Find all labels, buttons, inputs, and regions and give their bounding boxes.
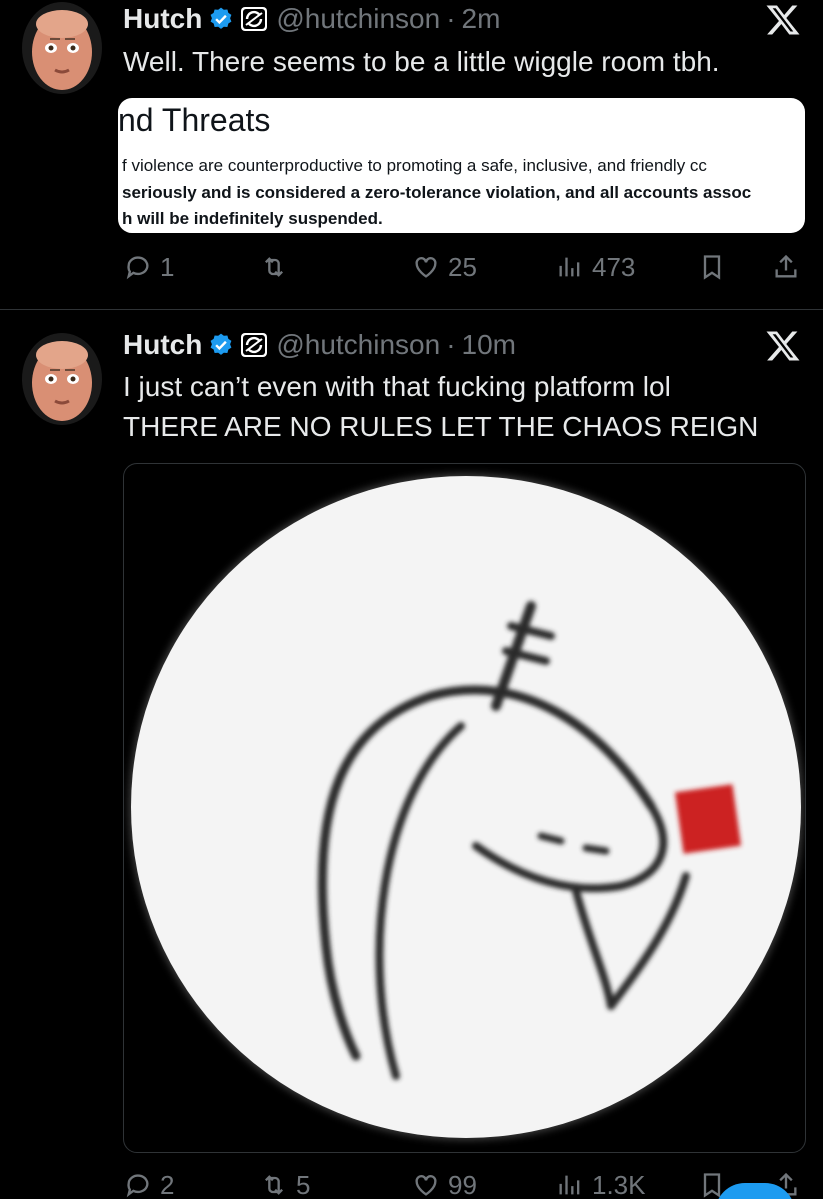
reply-count: 1 <box>160 251 175 282</box>
reply-icon <box>126 256 149 280</box>
quoted-image[interactable]: nd Threats f violence are counterproduct… <box>118 98 805 233</box>
tweet-header: Hutch @hutchinson · 10m <box>123 326 516 364</box>
share-button[interactable] <box>772 249 800 285</box>
separator: · <box>446 3 456 34</box>
tweet-text-line: I just can’t even with that fucking plat… <box>123 371 671 402</box>
like-count: 25 <box>448 251 477 282</box>
views-count: 1.3K <box>592 1169 646 1199</box>
action-bar: 1 25 473 <box>124 249 804 285</box>
handle[interactable]: @hutchinson <box>276 3 440 35</box>
repost-icon <box>265 257 283 277</box>
quote-line: seriously and is considered a zero-toler… <box>122 183 752 202</box>
views-count: 473 <box>592 251 636 282</box>
bookmark-icon <box>703 255 721 280</box>
tweet-text: Well. There seems to be a little wiggle … <box>123 46 720 77</box>
action-bar: 2 5 99 1.3K <box>124 1167 804 1199</box>
like-icon <box>415 257 437 278</box>
quote-line: f violence are counterproductive to prom… <box>122 156 707 175</box>
timestamp[interactable]: 10m <box>462 329 516 361</box>
bookmark-button[interactable] <box>698 249 726 285</box>
verified-badge-icon <box>208 332 234 358</box>
affiliate-badge-icon[interactable] <box>240 6 268 32</box>
timestamp[interactable]: 2m <box>462 3 501 35</box>
media-image[interactable] <box>123 463 806 1153</box>
views-button[interactable]: 473 <box>556 249 635 285</box>
quote-line: h will be indefinitely suspended. <box>122 209 383 228</box>
share-icon <box>775 254 797 278</box>
views-icon <box>559 257 580 277</box>
views-icon <box>559 1175 580 1195</box>
tweet[interactable]: Hutch @hutchinson · 10m I just can’t eve… <box>0 311 823 1199</box>
like-button[interactable]: 99 <box>412 1167 477 1199</box>
tweet-header: Hutch @hutchinson · 2m <box>123 0 500 38</box>
repost-button[interactable]: 5 <box>260 1167 310 1199</box>
like-count: 99 <box>448 1169 477 1199</box>
affiliate-badge-icon[interactable] <box>240 332 268 358</box>
repost-icon <box>265 1175 283 1195</box>
reply-button[interactable]: 2 <box>124 1167 174 1199</box>
avatar[interactable] <box>22 333 102 425</box>
tweet[interactable]: Hutch @hutchinson · 2m Well. There seems… <box>0 0 823 310</box>
repost-button[interactable] <box>260 249 296 285</box>
reply-icon <box>126 1174 149 1198</box>
like-button[interactable]: 25 <box>412 249 477 285</box>
views-button[interactable]: 1.3K <box>556 1167 646 1199</box>
repost-count: 5 <box>296 1169 311 1199</box>
avatar[interactable] <box>22 2 102 94</box>
handle[interactable]: @hutchinson <box>276 329 440 361</box>
like-icon <box>415 1175 437 1196</box>
reply-count: 2 <box>160 1169 175 1199</box>
meme-image <box>131 476 801 1138</box>
quote-title: nd Threats <box>118 102 271 138</box>
x-logo-icon[interactable] <box>760 326 806 366</box>
x-logo-icon[interactable] <box>760 0 806 40</box>
separator: · <box>446 329 456 360</box>
verified-badge-icon <box>208 6 234 32</box>
display-name[interactable]: Hutch <box>123 329 202 361</box>
reply-button[interactable]: 1 <box>124 249 174 285</box>
display-name[interactable]: Hutch <box>123 3 202 35</box>
tweet-text-line: THERE ARE NO RULES LET THE CHAOS REIGN <box>123 411 759 442</box>
